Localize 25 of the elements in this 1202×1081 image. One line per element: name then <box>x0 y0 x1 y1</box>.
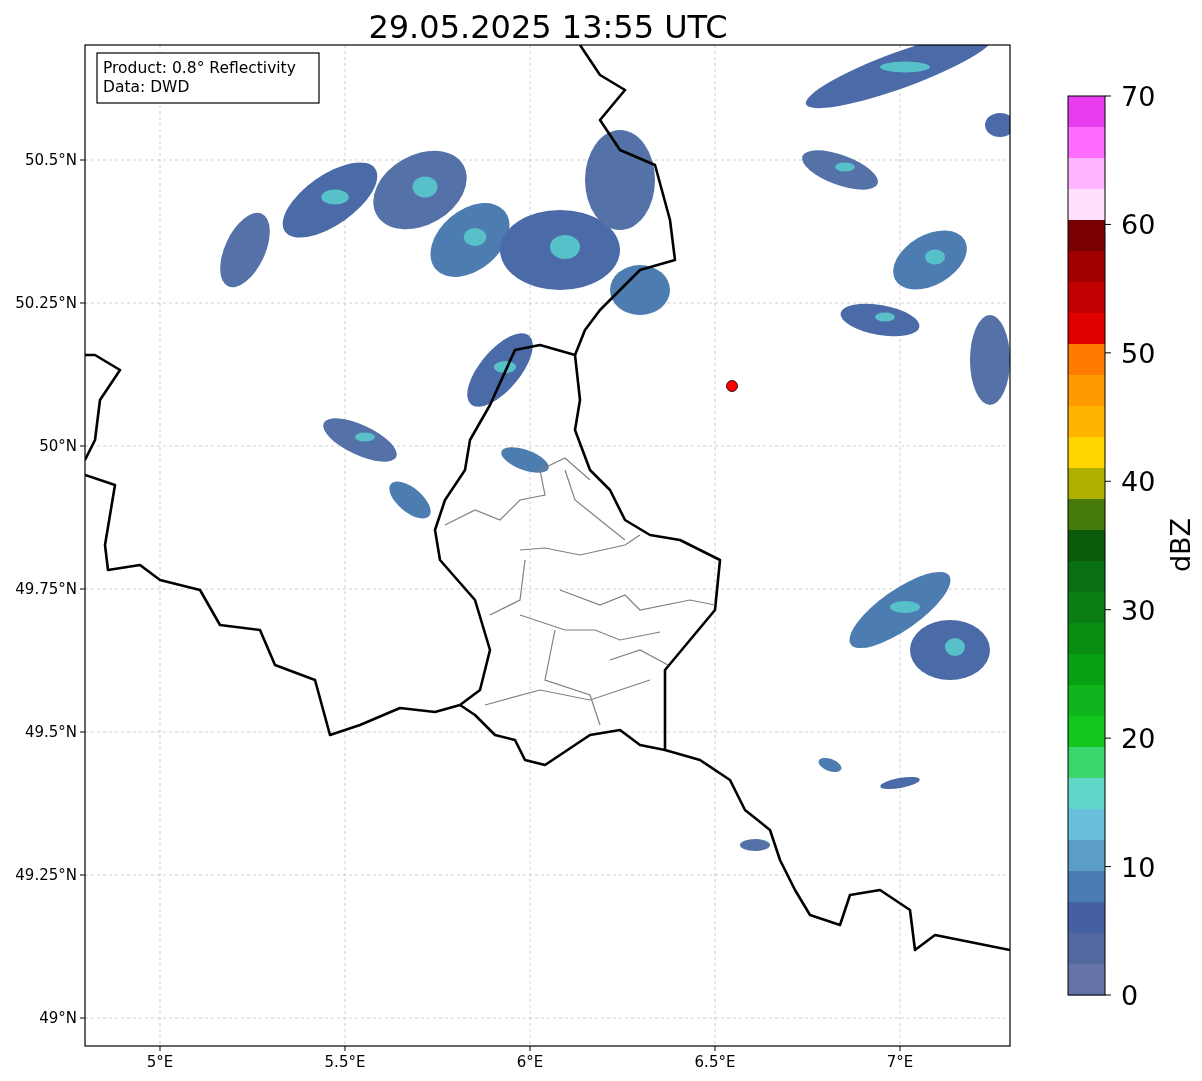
y-tick-label: 50.25°N <box>15 294 77 312</box>
colorbar-tick-label: 60 <box>1121 209 1156 241</box>
colorbar-tick-label: 50 <box>1121 337 1156 369</box>
x-tick-label: 6°E <box>516 1053 544 1071</box>
colorbar-tick-label: 0 <box>1121 980 1139 1011</box>
colorbar-tick-label: 20 <box>1121 723 1156 755</box>
colorbar-label: dBZ <box>1165 517 1196 573</box>
y-tick-label: 49°N <box>39 1009 77 1027</box>
y-tick-label: 50°N <box>39 437 77 455</box>
x-tick-label: 5°E <box>146 1053 174 1071</box>
legend-text: Data: DWD <box>103 78 190 96</box>
x-tick-label: 5.5°E <box>324 1053 366 1071</box>
y-tick-label: 49.75°N <box>15 580 77 598</box>
y-tick-label: 49.5°N <box>24 723 77 741</box>
x-tick-label: 6.5°E <box>694 1053 736 1071</box>
legend-text: Product: 0.8° Reflectivity <box>103 59 296 77</box>
colorbar-tick-label: 40 <box>1121 466 1156 498</box>
colorbar-tick-label: 30 <box>1121 594 1156 626</box>
radar-site-marker <box>726 380 738 392</box>
colorbar-tick-label: 70 <box>1121 81 1156 112</box>
x-tick-label: 7°E <box>886 1053 914 1071</box>
chart-title: 29.05.2025 13:55 UTC <box>368 8 728 46</box>
y-tick-label: 49.25°N <box>15 866 77 884</box>
y-tick-label: 50.5°N <box>24 151 77 169</box>
colorbar-tick-label: 10 <box>1121 851 1156 883</box>
